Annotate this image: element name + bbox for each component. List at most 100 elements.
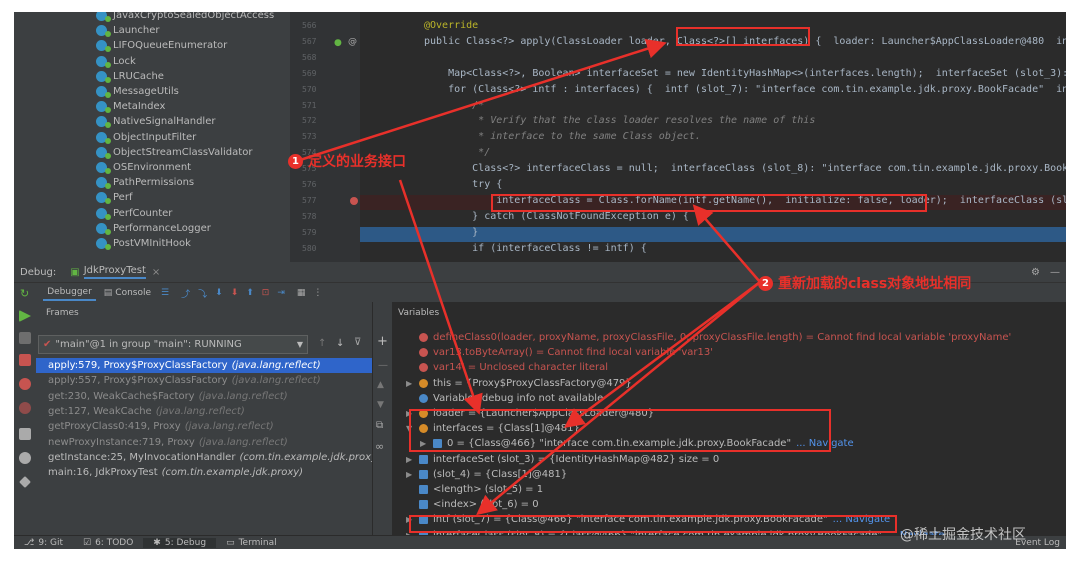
menu-icon[interactable]: ☰: [161, 288, 169, 298]
variable-row[interactable]: defineClass0(loader, proxyName, proxyCla…: [406, 330, 1011, 345]
expand-icon[interactable]: ▶: [406, 467, 414, 482]
breakpoint-icon[interactable]: [350, 197, 358, 205]
drop-frame-icon[interactable]: ⊡: [262, 288, 270, 298]
view-breakpoints-icon[interactable]: [19, 378, 31, 390]
tree-item-label: Lock: [113, 55, 136, 67]
stack-frame[interactable]: getProxyClass0:419, Proxy (java.lang.refl…: [48, 419, 274, 434]
tree-item[interactable]: JavaxCryptoSealedObjectAccess: [96, 12, 274, 23]
glasses-icon[interactable]: ∞: [375, 440, 384, 453]
tree-item[interactable]: MessageUtils: [96, 84, 179, 99]
step-over-icon[interactable]: ⤵: [198, 287, 207, 300]
tree-item-label: PerfCounter: [113, 207, 173, 219]
stack-frame[interactable]: getInstance:25, MyInvocationHandler (com.…: [48, 450, 381, 465]
tab-icon: ✱: [153, 538, 161, 548]
tree-item[interactable]: PerformanceLogger: [96, 221, 211, 236]
tree-item[interactable]: Lock: [96, 54, 136, 69]
status-tab[interactable]: ☑ 6: TODO: [73, 538, 143, 548]
tree-item[interactable]: ObjectInputFilter: [96, 130, 196, 145]
arrow-down-icon[interactable]: ↓: [336, 338, 344, 349]
tab-icon: ▭: [226, 538, 235, 548]
tab-console[interactable]: Console: [115, 288, 151, 298]
class-icon: [96, 55, 111, 68]
code-line: try {: [424, 179, 503, 190]
force-step-into-icon[interactable]: ⬇: [231, 288, 239, 298]
class-icon: [96, 101, 111, 114]
tree-item[interactable]: PerfCounter: [96, 206, 172, 221]
status-tab[interactable]: ⎇ 9: Git: [14, 538, 73, 548]
tree-item[interactable]: Launcher: [96, 23, 159, 38]
variable-row[interactable]: Variables debug info not available: [406, 391, 603, 406]
settings-icon[interactable]: [19, 452, 31, 464]
tree-item[interactable]: Perf: [96, 190, 132, 205]
frame-package: (com.tin.example.jdk.proxy): [161, 467, 304, 479]
move-up-icon[interactable]: ▲: [377, 380, 384, 390]
tree-item-label: LIFOQueueEnumerator: [113, 40, 228, 52]
show-execution-point-icon[interactable]: ⤴: [181, 287, 190, 300]
tab-debugger[interactable]: Debugger: [43, 285, 96, 301]
camera-icon[interactable]: [19, 428, 31, 440]
run-to-cursor-icon[interactable]: ⇥: [277, 288, 285, 298]
pin-icon[interactable]: [19, 476, 31, 488]
class-icon: [96, 70, 111, 83]
pause-icon[interactable]: [19, 332, 31, 344]
copy-icon[interactable]: ⧉: [376, 420, 383, 431]
tree-item[interactable]: PostVMInitHook: [96, 236, 191, 251]
variable-row[interactable]: <length> (slot_5) = 1: [406, 482, 543, 497]
variables-panel: Variables defineClass0(loader, proxyName…: [392, 302, 1066, 535]
tree-item-label: Perf: [113, 192, 133, 204]
tree-item-label: PostVMInitHook: [113, 238, 191, 249]
status-tab-label: Terminal: [238, 538, 277, 548]
tree-item[interactable]: LRUCache: [96, 69, 164, 84]
stack-frame[interactable]: get:230, WeakCache$Factory (java.lang.ref…: [48, 389, 288, 404]
evaluate-icon[interactable]: ▦: [297, 288, 306, 298]
step-into-icon[interactable]: ⬇: [215, 288, 223, 298]
stop-icon[interactable]: [19, 354, 31, 366]
line-number: 578: [302, 211, 317, 221]
stack-frame[interactable]: apply:557, Proxy$ProxyClassFactory (java.…: [48, 373, 321, 388]
debug-session-tab[interactable]: JdkProxyTest: [83, 265, 146, 279]
stack-frame[interactable]: get:127, WeakCache (java.lang.reflect): [48, 404, 245, 419]
tree-item[interactable]: NativeSignalHandler: [96, 114, 215, 129]
tree-item[interactable]: LIFOQueueEnumerator: [96, 38, 227, 53]
mute-breakpoints-icon[interactable]: [19, 402, 31, 414]
class-icon: [96, 192, 111, 205]
class-icon: [96, 146, 111, 159]
variable-row[interactable]: ▶ (slot_4) = {Class[1]@481}: [406, 467, 567, 482]
stack-frame[interactable]: newProxyInstance:719, Proxy (java.lang.re…: [48, 435, 288, 450]
resume-icon[interactable]: [19, 310, 31, 322]
step-out-icon[interactable]: ⬆: [246, 288, 254, 298]
filter-icon[interactable]: ⊽: [354, 337, 361, 348]
status-tab[interactable]: ✱ 5: Debug: [143, 538, 217, 548]
stack-frame[interactable]: apply:579, Proxy$ProxyClassFactory (java.…: [36, 358, 372, 373]
hide-icon[interactable]: —: [1050, 267, 1060, 278]
tree-item[interactable]: ObjectStreamClassValidator: [96, 145, 252, 160]
rerun-icon[interactable]: ↻: [20, 287, 29, 300]
move-down-icon[interactable]: ▼: [377, 400, 384, 410]
expand-icon[interactable]: ▶: [406, 376, 414, 391]
close-icon[interactable]: ×: [152, 267, 160, 278]
add-watch-icon[interactable]: +: [377, 334, 388, 349]
tab-icon: ⎇: [24, 538, 35, 548]
code-editor[interactable]: @Override public Class<?> apply(ClassLoad…: [360, 12, 1066, 262]
remove-watch-icon[interactable]: —: [378, 360, 388, 371]
variable-row[interactable]: ▶ interfaceSet (slot_3) = {IdentityHashMa…: [406, 452, 719, 467]
arrow-up-icon[interactable]: ↑: [318, 338, 326, 349]
stack-frame[interactable]: main:16, JdkProxyTest (com.tin.example.jd…: [48, 465, 303, 480]
tree-item[interactable]: MetaIndex: [96, 99, 165, 114]
variable-row[interactable]: var13.toByteArray() = Cannot find local …: [406, 345, 713, 360]
thread-selector[interactable]: ✔ "main"@1 in group "main": RUNNING ▼: [38, 335, 308, 354]
status-tab[interactable]: ▭ Terminal: [216, 538, 287, 548]
variable-row[interactable]: <index> (slot_6) = 0: [406, 497, 539, 512]
variable-row[interactable]: ▶ this = {Proxy$ProxyClassFactory@479}: [406, 376, 632, 391]
class-icon: [96, 238, 111, 250]
line-number: 580: [302, 243, 317, 253]
tree-item-label: ObjectStreamClassValidator: [113, 146, 253, 158]
tree-item[interactable]: OSEnvironment: [96, 160, 191, 175]
frame-method: get:127, WeakCache: [48, 405, 152, 417]
class-icon: [96, 222, 111, 235]
gear-icon[interactable]: ⚙: [1031, 267, 1040, 278]
variable-row[interactable]: var14' = Unclosed character literal: [406, 360, 608, 375]
more-icon[interactable]: ⋮: [313, 288, 322, 298]
expand-icon[interactable]: ▶: [406, 452, 414, 467]
tree-item[interactable]: PathPermissions: [96, 175, 194, 190]
